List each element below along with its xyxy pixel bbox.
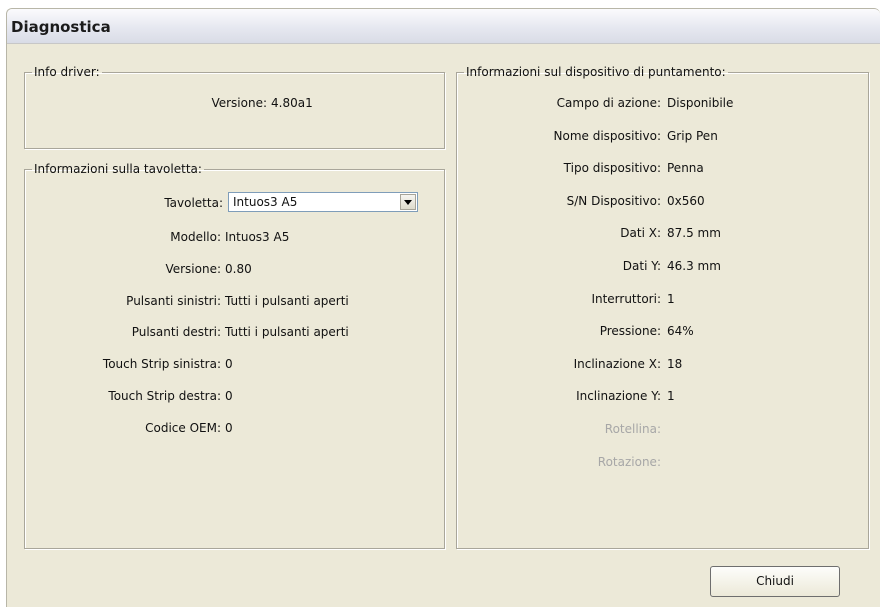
info-row-label: Dati X: [620,226,661,241]
info-row-label: S/N Dispositivo: [566,193,661,208]
info-row-value: 46.3 mm [667,259,721,273]
info-row-label: Inclinazione X: [573,356,661,371]
info-row-label: Dati Y: [622,259,661,273]
driver-info-legend: Info driver: [34,65,100,79]
info-row: Nome dispositivo: Grip Pen [7,127,880,145]
window-title: Diagnostica [11,18,111,36]
info-row-value: Penna [667,161,704,176]
info-row-value: 0x560 [667,193,705,208]
info-row-value: Grip Pen [667,128,718,143]
title-bar: Diagnostica [7,9,880,44]
info-row: Inclinazione X: 18 [7,355,880,373]
info-row-label: Campo di azione: [556,96,661,110]
info-row-value: 64% [667,324,694,339]
info-row: Rotazione: [7,453,880,471]
pointer-info-legend: Informazioni sul dispositivo di puntamen… [466,65,726,79]
info-row: Dati Y: 46.3 mm [7,257,880,275]
info-row-label: Rotazione: [597,454,661,469]
info-row-value: Disponibile [667,96,734,110]
info-row: Inclinazione Y: 1 [7,387,880,405]
info-row: Dati X: 87.5 mm [7,224,880,242]
info-row-label: Nome dispositivo: [553,128,661,143]
info-row: S/N Dispositivo: 0x560 [7,192,880,210]
info-row-value: 1 [667,291,675,306]
diagnostics-window: Diagnostica Info driver: Versione: 4.80a… [6,8,880,607]
close-button[interactable]: Chiudi [710,566,840,597]
info-row: Pressione: 64% [7,322,880,340]
info-row-value: 87.5 mm [667,226,721,241]
info-row: Interruttori: 1 [7,290,880,308]
info-row: Campo di azione: Disponibile [7,94,880,112]
info-row: Tipo dispositivo: Penna [7,159,880,177]
info-row-label: Interruttori: [591,291,661,306]
info-row-value: 18 [667,356,683,371]
info-row-label: Rotellina: [604,422,661,436]
info-row-label: Inclinazione Y: [576,389,661,404]
info-row-label: Tipo dispositivo: [563,161,661,176]
info-row-value: 1 [667,389,675,404]
info-row: Rotellina: [7,420,880,438]
info-row-label: Pressione: [599,324,661,339]
